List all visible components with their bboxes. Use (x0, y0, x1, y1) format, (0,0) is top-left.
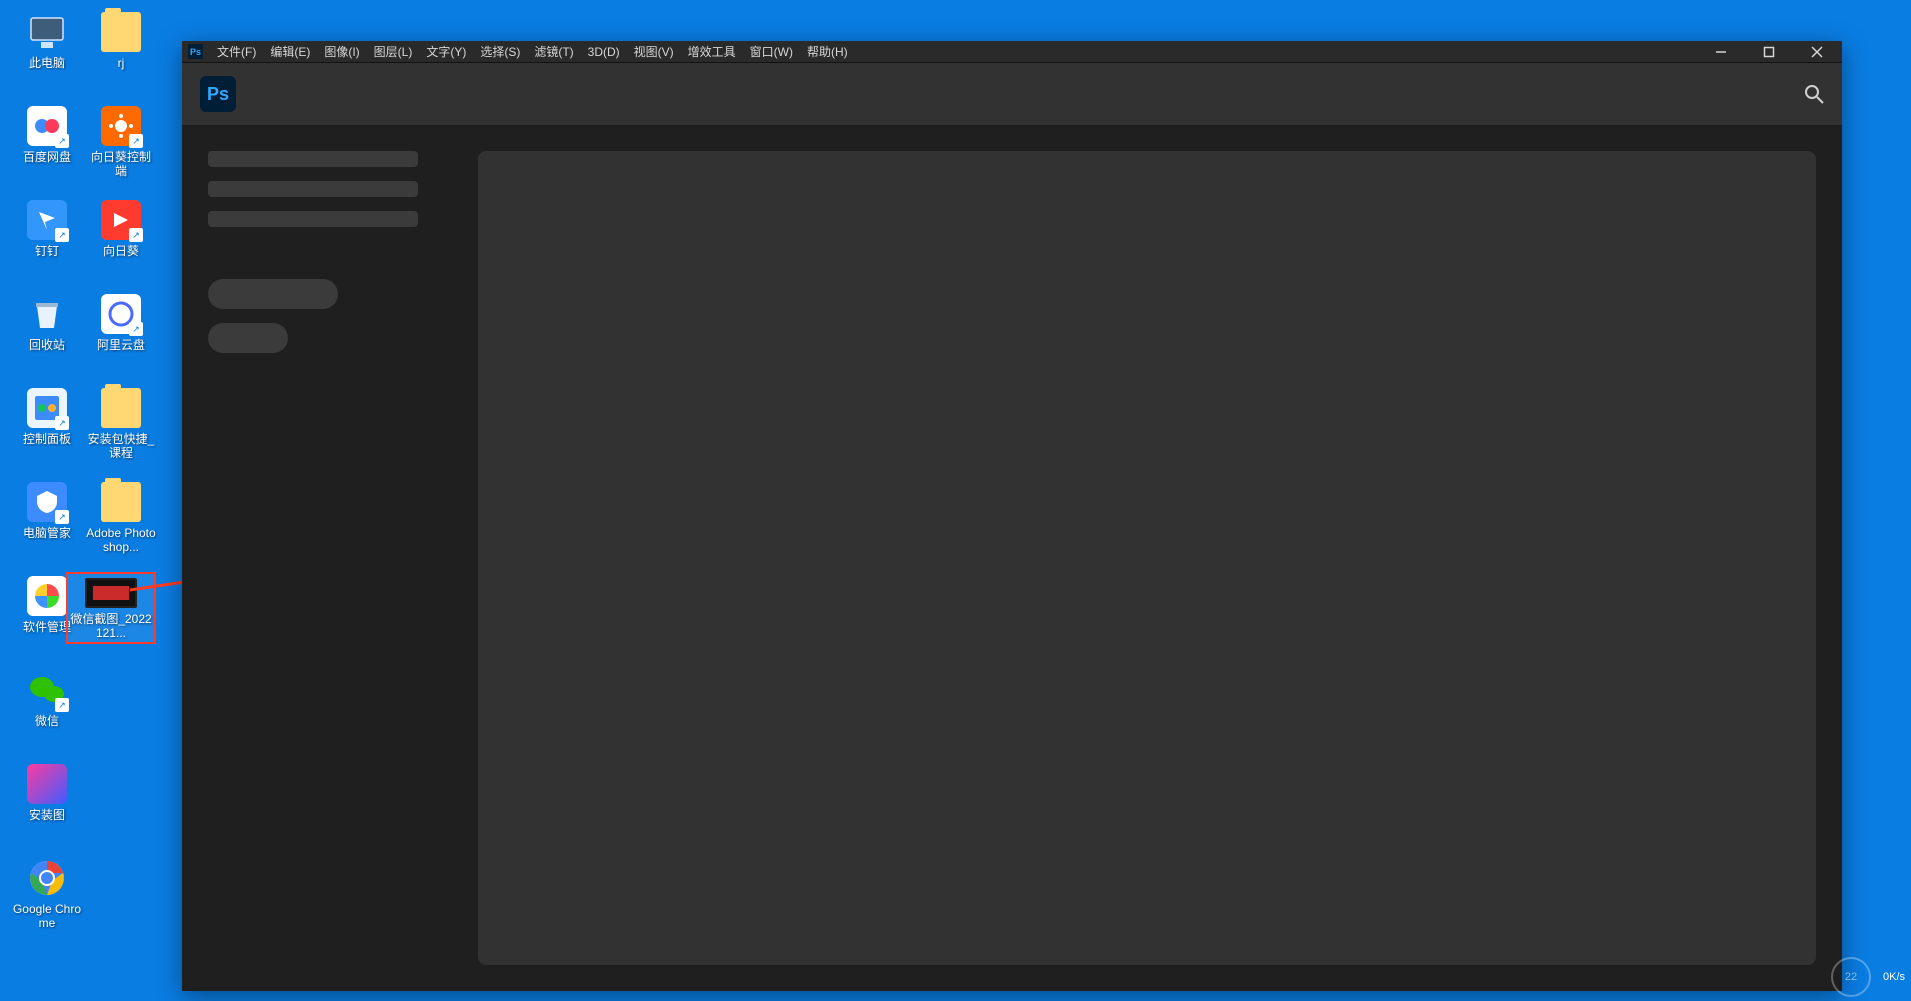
recycle-bin-icon (27, 294, 67, 334)
menu-type[interactable]: 文字(Y) (426, 43, 466, 60)
menu-edit[interactable]: 编辑(E) (270, 43, 310, 60)
shortcut-overlay-icon: ↗ (129, 228, 143, 242)
desktop-icon-wechat[interactable]: ↗ 微信 (12, 670, 82, 728)
menu-help[interactable]: 帮助(H) (807, 43, 848, 60)
desktop-icon-aliyundrive[interactable]: ↗ 阿里云盘 (86, 294, 156, 352)
skeleton-line (208, 211, 418, 227)
desktop-icon-this-pc[interactable]: 此电脑 (12, 12, 82, 70)
folder-icon (101, 482, 141, 522)
pc-manager-icon: ↗ (27, 482, 67, 522)
icon-label: rj (86, 56, 156, 70)
dingtalk-icon: ↗ (27, 200, 67, 240)
network-speed: 0K/s (1883, 971, 1905, 983)
desktop-icon-recycle-bin[interactable]: 回收站 (12, 294, 82, 352)
icon-label: Google Chrome (12, 902, 82, 930)
clock-circle-icon[interactable]: 22 (1831, 957, 1871, 997)
desktop-icon-baidu-netdisk[interactable]: ↗ 百度网盘 (12, 106, 82, 164)
chrome-icon (27, 858, 67, 898)
menu-plugins[interactable]: 增效工具 (688, 43, 736, 60)
shortcut-overlay-icon: ↗ (55, 228, 69, 242)
icon-label: 控制面板 (12, 432, 82, 446)
menu-3d[interactable]: 3D(D) (588, 45, 620, 59)
shortcut-overlay-icon: ↗ (55, 134, 69, 148)
menu-layer[interactable]: 图层(L) (374, 43, 413, 60)
icon-label: 阿里云盘 (86, 338, 156, 352)
minimize-button[interactable] (1702, 41, 1740, 63)
icon-label: 回收站 (12, 338, 82, 352)
shortcut-overlay-icon: ↗ (129, 134, 143, 148)
icon-label: 电脑管家 (12, 526, 82, 540)
skeleton-button (208, 279, 338, 309)
icon-label: 向日葵控制端 (86, 150, 156, 178)
icon-label: 此电脑 (12, 56, 82, 70)
desktop-icon-dingtalk[interactable]: ↗ 钉钉 (12, 200, 82, 258)
icon-label: 百度网盘 (12, 150, 82, 164)
software-manager-icon (27, 576, 67, 616)
shortcut-overlay-icon: ↗ (55, 510, 69, 524)
desktop-icon-sunflower[interactable]: ↗ 向日葵 (86, 200, 156, 258)
desktop-icon-control-panel[interactable]: ↗ 控制面板 (12, 388, 82, 446)
control-panel-icon: ↗ (27, 388, 67, 428)
aliyundrive-icon: ↗ (101, 294, 141, 334)
ps-badge-icon: Ps (188, 44, 203, 59)
title-bar[interactable]: Ps 文件(F) 编辑(E) 图像(I) 图层(L) 文字(Y) 选择(S) 滤… (182, 41, 1842, 63)
icon-label: Adobe Photoshop... (86, 526, 156, 554)
icon-label: 微信截图_2022121... (68, 612, 154, 640)
desktop-icon-folder-photoshop[interactable]: Adobe Photoshop... (86, 482, 156, 554)
folder-icon (101, 12, 141, 52)
icon-label: 钉钉 (12, 244, 82, 258)
icon-label: 安装包快捷_课程 (86, 432, 156, 460)
menu-view[interactable]: 视图(V) (634, 43, 674, 60)
pc-icon (27, 12, 67, 52)
close-button[interactable] (1798, 41, 1836, 63)
clock-time: 22 (1845, 971, 1857, 983)
sunflower-icon: ↗ (101, 200, 141, 240)
desktop-icon-folder-rj[interactable]: rj (86, 12, 156, 70)
search-icon[interactable] (1804, 84, 1824, 104)
baidu-netdisk-icon: ↗ (27, 106, 67, 146)
wechat-icon: ↗ (27, 670, 67, 710)
desktop-icon-sunflower-control[interactable]: ↗ 向日葵控制端 (86, 106, 156, 178)
desktop-icon-chrome[interactable]: Google Chrome (12, 858, 82, 930)
menu-window[interactable]: 窗口(W) (750, 43, 793, 60)
menu-image[interactable]: 图像(I) (324, 43, 359, 60)
sunflower-control-icon: ↗ (101, 106, 141, 146)
desktop-icon-install-image[interactable]: 安装图 (12, 764, 82, 822)
desktop-icon-pc-manager[interactable]: ↗ 电脑管家 (12, 482, 82, 540)
skeleton-button (208, 323, 288, 353)
folder-icon (101, 388, 141, 428)
home-canvas-area[interactable] (478, 151, 1816, 965)
maximize-button[interactable] (1750, 41, 1788, 63)
menu-file[interactable]: 文件(F) (217, 43, 256, 60)
home-toolbar: Ps (182, 63, 1842, 125)
desktop-icon-folder-course[interactable]: 安装包快捷_课程 (86, 388, 156, 460)
shortcut-overlay-icon: ↗ (55, 416, 69, 430)
icon-label: 微信 (12, 714, 82, 728)
home-sidebar (208, 151, 438, 965)
skeleton-line (208, 181, 418, 197)
icon-label: 安装图 (12, 808, 82, 822)
image-file-icon (27, 764, 67, 804)
icon-label: 向日葵 (86, 244, 156, 258)
home-body (182, 125, 1842, 991)
photoshop-window: Ps 文件(F) 编辑(E) 图像(I) 图层(L) 文字(Y) 选择(S) 滤… (182, 41, 1842, 991)
menu-select[interactable]: 选择(S) (480, 43, 520, 60)
desktop-icon-wechat-screenshot[interactable]: 微信截图_2022121... (66, 572, 156, 644)
ps-logo-icon[interactable]: Ps (200, 76, 236, 112)
shortcut-overlay-icon: ↗ (129, 322, 143, 336)
taskbar-right: 22 0K/s (1831, 957, 1905, 997)
shortcut-overlay-icon: ↗ (55, 698, 69, 712)
menu-filter[interactable]: 滤镜(T) (534, 43, 573, 60)
screenshot-thumbnail-icon (85, 578, 137, 608)
skeleton-line (208, 151, 418, 167)
